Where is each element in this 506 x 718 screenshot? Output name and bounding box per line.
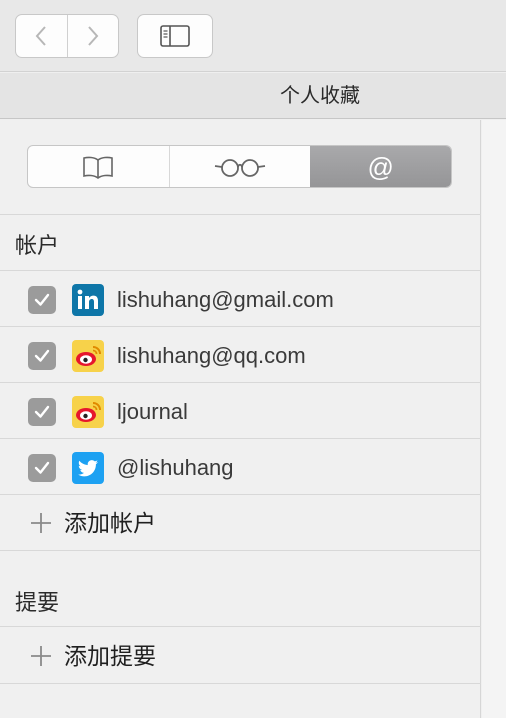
account-checkbox[interactable] [28,454,56,482]
forward-button[interactable] [66,15,119,57]
account-row[interactable]: @lishuhang [0,440,481,495]
account-row[interactable]: ljournal [0,384,481,439]
divider [0,550,481,551]
sidebar-panel: @ 帐户 lishuhang@gmail.com lishuhang@qq.co… [0,120,481,718]
tab-bookmarks[interactable] [28,146,169,187]
account-label: lishuhang@gmail.com [117,287,334,312]
weibo-icon [72,396,104,428]
divider [0,270,481,271]
linkedin-icon [72,284,104,316]
back-button[interactable] [16,15,67,57]
divider [0,382,481,383]
divider [0,214,481,215]
accounts-section-header: 帐户 [15,233,60,258]
checkmark-icon [34,461,50,474]
twitter-icon [72,452,104,484]
divider [0,494,481,495]
add-feed-label: 添加提要 [64,643,156,669]
weibo-icon [72,340,104,372]
account-checkbox[interactable] [28,286,56,314]
toolbar [0,0,506,72]
plus-icon [31,513,51,533]
add-feed-button[interactable]: 添加提要 [0,629,481,684]
checkmark-icon [34,349,50,362]
account-checkbox[interactable] [28,342,56,370]
chevron-left-icon [35,26,46,46]
divider [0,626,481,627]
plus-icon [31,646,51,666]
add-account-button[interactable]: 添加帐户 [0,496,481,551]
divider [0,438,481,439]
account-checkbox[interactable] [28,398,56,426]
tab-reading-list[interactable] [168,146,311,187]
account-label: lishuhang@qq.com [117,343,306,368]
divider [0,683,481,684]
page-title: 个人收藏 [280,85,360,107]
account-row[interactable]: lishuhang@qq.com [0,328,481,383]
feeds-section-header: 提要 [15,590,60,615]
account-label: @lishuhang [117,455,234,480]
navigation-buttons [15,14,119,58]
divider [0,326,481,327]
account-label: ljournal [117,399,188,424]
chevron-right-icon [88,26,99,46]
add-account-label: 添加帐户 [64,510,156,536]
account-row[interactable]: lishuhang@gmail.com [0,272,481,327]
tab-shared-links[interactable]: @ [310,146,451,187]
title-bar: 个人收藏 [0,73,506,119]
content-area [482,120,506,718]
at-icon: @ [367,151,394,182]
checkmark-icon [34,405,50,418]
sidebar-segmented-control: @ [27,145,452,188]
sidebar-toggle-button[interactable] [137,14,213,58]
checkmark-icon [34,293,50,306]
sidebar-toggle-icon [160,25,190,47]
book-icon [83,156,114,179]
glasses-icon [214,158,266,177]
